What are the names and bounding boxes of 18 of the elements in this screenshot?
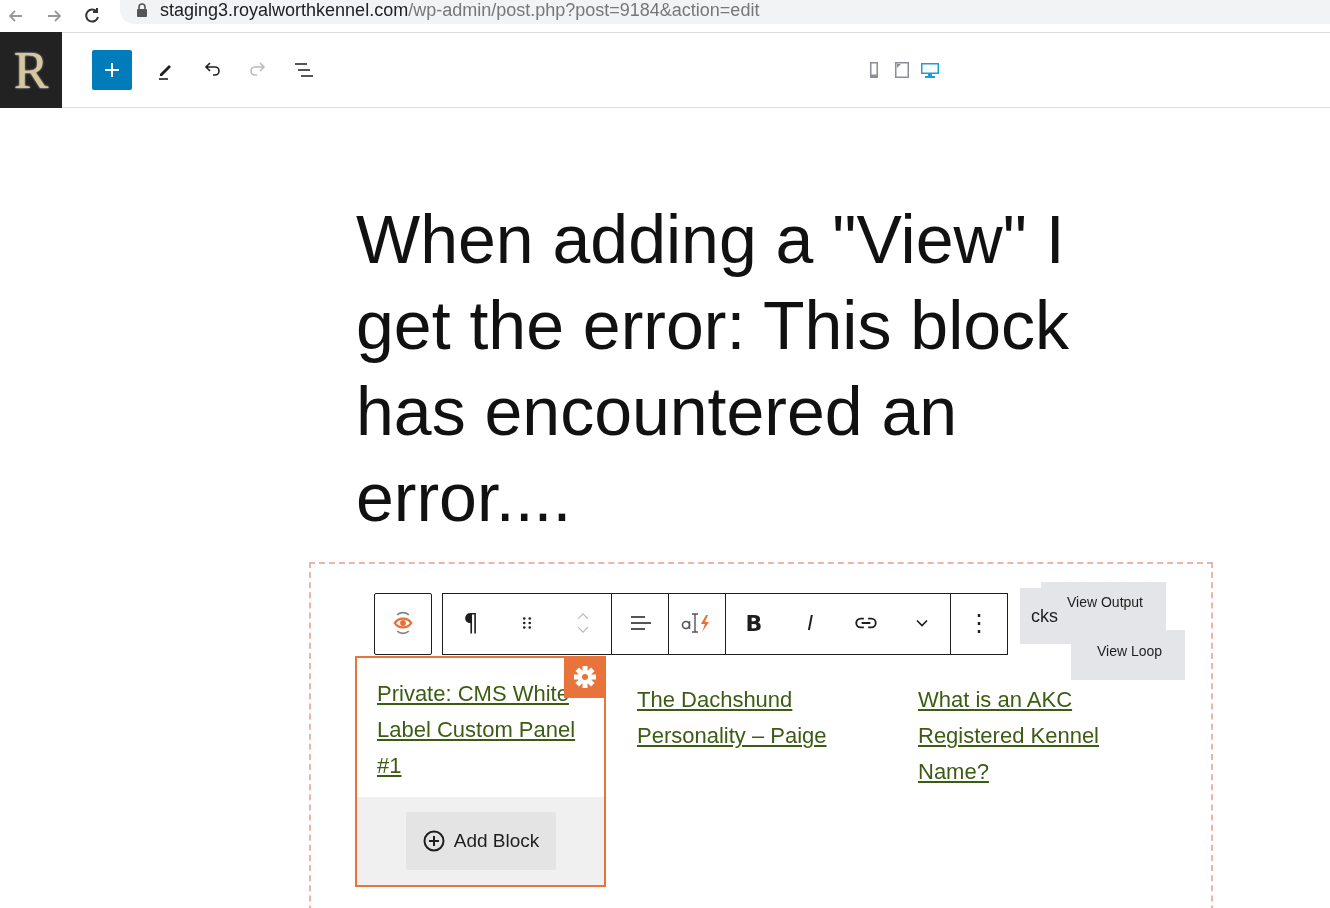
view-tab[interactable]: View Loop — [1071, 630, 1185, 680]
bold-button[interactable]: B — [726, 594, 782, 652]
post-link[interactable]: What is an AKC Registered Kennel Name? — [918, 682, 1158, 790]
add-block-button[interactable]: Add Block — [405, 812, 556, 870]
plus-icon — [102, 60, 122, 80]
selected-column[interactable]: Private: CMS White Label Custom Panel #1 Add Block — [355, 656, 606, 887]
view-block[interactable]: cks View Output View Loop ¶ B I ⋮ Private: CMS White Label Custom Panel #1 Add Block The Dachshund Personality – Paige What is an AKC Registered Kennel Name? — [309, 562, 1213, 908]
reload-icon[interactable] — [82, 6, 102, 26]
tablet-icon[interactable] — [892, 59, 912, 81]
italic-button[interactable]: I — [782, 594, 838, 652]
post-link[interactable]: The Dachshund Personality – Paige — [637, 682, 877, 754]
add-block-button[interactable] — [92, 50, 132, 90]
plus-circle-icon — [421, 829, 446, 853]
post-title[interactable]: When adding a "View" I get the error: This block has encountered an error.... — [356, 196, 1136, 540]
post-link[interactable]: Private: CMS White Label Custom Panel #1 — [377, 676, 590, 784]
address-bar[interactable]: staging3.royalworthkennel.com/wp-admin/post.php?post=9184&action=edit — [120, 0, 1330, 24]
site-logo[interactable]: R — [0, 32, 62, 108]
lock-icon — [136, 3, 148, 17]
